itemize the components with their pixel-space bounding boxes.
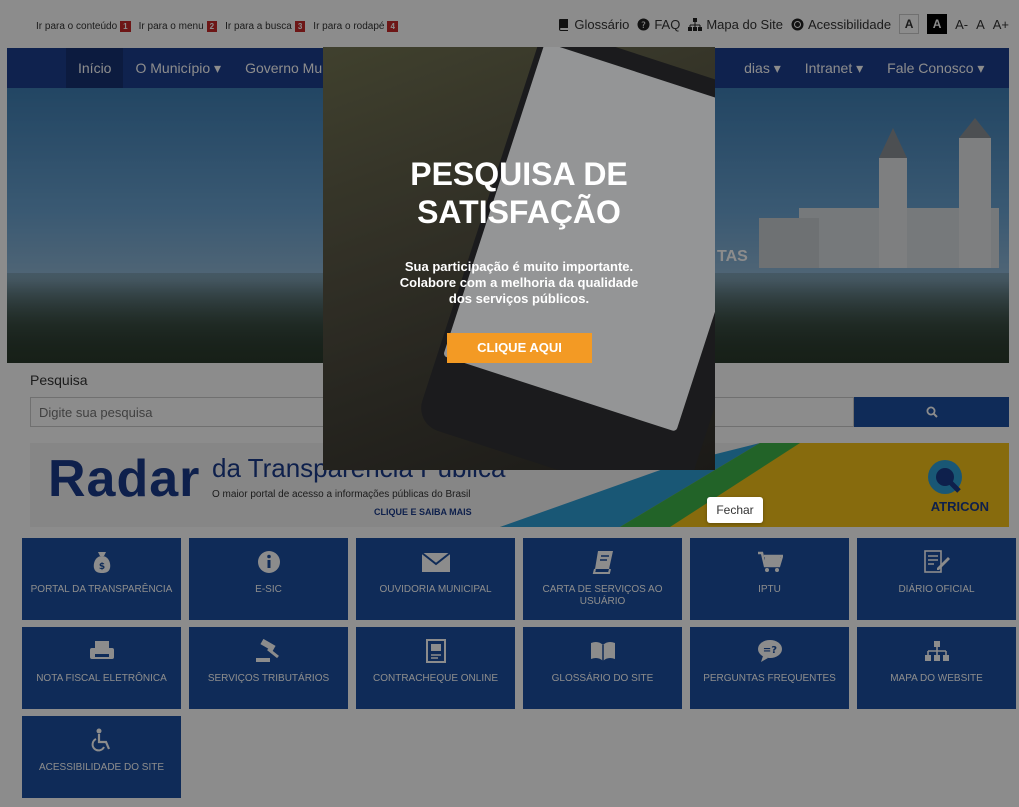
satisfaction-survey-modal: PESQUISA DE SATISFAÇÃO Sua participação … <box>323 47 715 470</box>
clique-aqui-button[interactable]: CLIQUE AQUI <box>447 333 592 363</box>
close-modal-button[interactable]: Fechar <box>707 497 763 523</box>
modal-message: Sua participação é muito importante. Col… <box>399 259 639 306</box>
modal-title: PESQUISA DE SATISFAÇÃO <box>410 156 628 230</box>
